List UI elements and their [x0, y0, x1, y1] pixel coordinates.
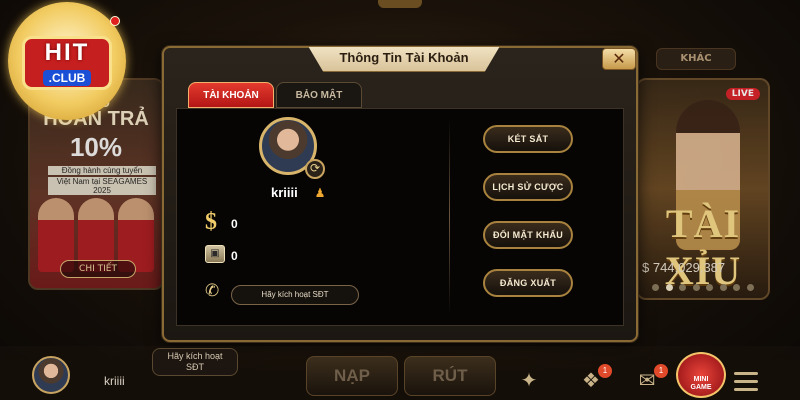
logo-badge: HIT .CLUB — [22, 36, 112, 90]
mini-game-label-2: GAME — [690, 384, 712, 391]
account-panel: ⟳ kriiii ♟ $ 0 ▣ 0 ✆ Hãy kích hoạt SĐT K… — [176, 108, 624, 326]
logout-button[interactable]: ĐĂNG XUẤT — [483, 269, 573, 297]
logo-hit-text: HIT — [44, 39, 90, 66]
menu-line — [734, 380, 758, 383]
slot-machine-icon[interactable]: ✦ — [514, 366, 544, 394]
logo-club-text: .CLUB — [42, 70, 92, 86]
dialog-title: Thông Tin Tài Khoản — [339, 50, 469, 65]
tai-xiu-title: TÀI XỈU — [664, 201, 742, 293]
change-avatar-icon[interactable]: ⟳ — [305, 159, 325, 179]
safe-balance-value: 0 — [231, 249, 238, 263]
safe-icon: ▣ — [205, 245, 225, 263]
tai-xiu-live-banner[interactable]: LIVE TÀI XỈU $ 744,029,387 — [636, 78, 770, 300]
promo-percent: 10% — [69, 132, 123, 162]
promo-line-1: Đồng hành cùng tuyển — [48, 166, 156, 175]
withdraw-button[interactable]: RÚT — [404, 356, 496, 396]
username: kriiii — [271, 185, 298, 200]
promo-detail-button[interactable]: CHI TIẾT — [60, 260, 136, 278]
close-button[interactable]: ✕ — [602, 48, 636, 70]
phone-icon: ✆ — [205, 281, 220, 301]
mail-badge: 1 — [654, 364, 668, 378]
pagination-dot[interactable] — [719, 284, 727, 291]
pagination-dot[interactable] — [665, 284, 673, 291]
user-profile-icon[interactable]: ♟ — [313, 186, 327, 200]
safe-button[interactable]: KÉT SẮT — [483, 125, 573, 153]
tab-security[interactable]: BẢO MẬT — [276, 82, 362, 108]
bottom-username: kriiii — [104, 374, 125, 388]
tab-account[interactable]: TÀI KHOẢN — [188, 82, 274, 108]
live-badge: LIVE — [725, 88, 760, 100]
pagination-dot[interactable] — [733, 284, 741, 291]
menu-line — [734, 372, 758, 375]
balance-value: 0 — [231, 217, 238, 231]
tab-other[interactable]: KHÁC — [656, 48, 736, 70]
hitclub-logo: HIT .CLUB — [8, 2, 126, 120]
panel-divider — [449, 119, 450, 315]
pagination-dot[interactable] — [746, 284, 754, 291]
mini-game-button[interactable]: MINI GAME — [676, 352, 726, 398]
menu-line — [734, 388, 758, 391]
account-info-dialog: Thông Tin Tài Khoản ✕ TÀI KHOẢN BẢO MẬT … — [162, 46, 638, 342]
mini-game-label-1: MINI — [693, 376, 709, 383]
activate-phone-button[interactable]: Hãy kích hoạt SĐT — [231, 285, 359, 305]
pagination-dot[interactable] — [706, 284, 714, 291]
bottom-phone-line-2: SĐT — [186, 362, 204, 372]
pagination-dot[interactable] — [679, 284, 687, 291]
logo-notification-dot — [110, 16, 120, 26]
top-notch — [378, 0, 422, 8]
bottom-phone-line-1: Hãy kích hoạt — [167, 351, 223, 361]
menu-icon[interactable] — [734, 372, 758, 392]
pagination-dot[interactable] — [692, 284, 700, 291]
bottom-activate-phone[interactable]: Hãy kích hoạt SĐT — [152, 348, 238, 376]
gift-badge: 1 — [598, 364, 612, 378]
bottom-avatar[interactable] — [32, 356, 70, 394]
bet-history-button[interactable]: LỊCH SỬ CƯỢC — [483, 173, 573, 201]
change-password-button[interactable]: ĐỔI MẬT KHẨU — [483, 221, 573, 249]
dollar-icon: $ — [205, 209, 217, 235]
banner-pagination[interactable] — [652, 284, 754, 292]
jackpot-amount: $ 744,029,387 — [642, 260, 726, 275]
pagination-dot[interactable] — [652, 284, 659, 291]
deposit-button[interactable]: NẠP — [306, 356, 398, 396]
